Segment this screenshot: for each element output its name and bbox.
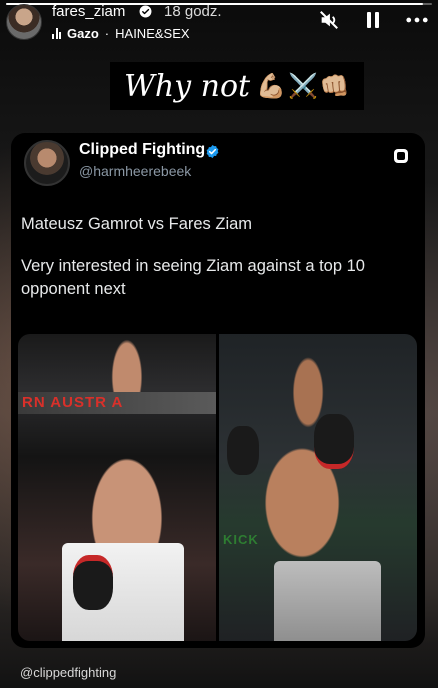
flexed-biceps-emoji: 💪🏼	[256, 72, 286, 100]
tweet-logo-icon	[394, 149, 408, 163]
source-handle: @clippedfighting	[20, 665, 117, 680]
mute-button[interactable]	[318, 9, 340, 31]
crossed-swords-emoji: ⚔️	[287, 72, 318, 100]
tweet-media-grid[interactable]: RN AUSTR A KICK	[18, 334, 417, 641]
story-controls	[318, 9, 428, 31]
story-timestamp: 18 godz.	[164, 3, 222, 20]
mute-icon	[320, 11, 338, 29]
fighter-photo-gamrot[interactable]: RN AUSTR A	[18, 334, 216, 641]
music-separator: ·	[104, 26, 110, 41]
pause-icon	[367, 12, 379, 28]
more-options-button[interactable]	[406, 9, 428, 31]
fight-shorts	[274, 561, 382, 641]
fighter-glove-right	[314, 413, 354, 470]
fence-sponsor-text: KICK	[223, 532, 259, 547]
story-header: fares_ziam 18 godz. Gazo · HAINE&SEX	[0, 0, 438, 44]
caption-emojis: 💪🏼 ⚔️ 👊🏼	[256, 72, 350, 101]
arena-banner-text: RN AUSTR A	[22, 394, 124, 411]
tweet-author-handle: @harmheerebeek	[79, 163, 192, 179]
music-track: HAINE&SEX	[115, 26, 190, 41]
tweet-text-line2: Very interested in seeing Ziam against a…	[21, 257, 365, 298]
tweet-body: Mateusz Gamrot vs Fares Ziam Very intere…	[21, 213, 407, 301]
caption-sticker: Why not 💪🏼 ⚔️ 👊🏼	[110, 62, 364, 110]
more-icon	[406, 17, 428, 23]
fighter-photo-ziam[interactable]: KICK	[219, 334, 417, 641]
fighter-glove-left	[226, 426, 259, 476]
tweet-text-line1: Mateusz Gamrot vs Fares Ziam	[21, 215, 253, 233]
fighter-glove	[73, 555, 114, 611]
music-artist: Gazo	[67, 26, 99, 41]
story-username[interactable]: fares_ziam	[52, 3, 125, 20]
verified-badge-icon	[139, 5, 152, 18]
pause-button[interactable]	[362, 9, 384, 31]
music-bars-icon	[52, 28, 61, 39]
tweet-verified-icon	[206, 144, 219, 159]
tweet-author-avatar	[24, 140, 70, 186]
tweet-author-name: Clipped Fighting	[79, 141, 206, 158]
music-attribution[interactable]: Gazo · HAINE&SEX	[52, 26, 190, 41]
caption-text: Why not	[124, 68, 251, 104]
fist-emoji: 👊🏼	[319, 72, 350, 100]
tweet-card[interactable]: Clipped Fighting @harmheerebeek Mateusz …	[11, 133, 425, 648]
profile-avatar[interactable]	[6, 4, 42, 40]
